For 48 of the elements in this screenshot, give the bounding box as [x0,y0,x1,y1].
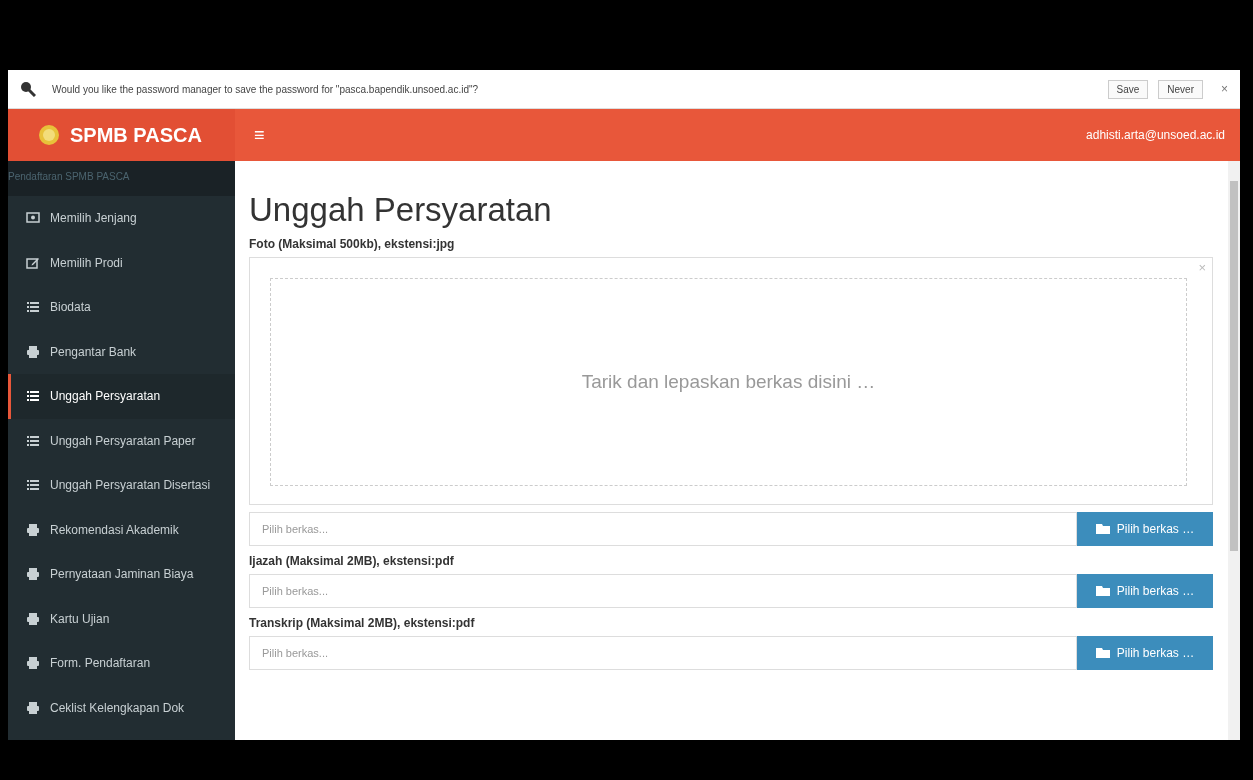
sidebar-item[interactable]: Memilih Jenjang [8,196,235,241]
sidebar-item[interactable]: Pernyataan Jaminan Biaya [8,552,235,597]
printer-icon [26,344,40,359]
printer-icon [26,700,40,715]
edit-icon [26,255,40,270]
sidebar-item[interactable]: Memilih Prodi [8,240,235,285]
sidebar-item[interactable]: Pengantar Bank [8,329,235,374]
browse-button[interactable]: Pilih berkas … [1077,512,1213,546]
sidebar-item[interactable]: Form. Pendaftaran [8,641,235,686]
printer-icon [26,611,40,626]
printer-icon [26,522,40,537]
sidebar-item[interactable]: Unggah Persyaratan Paper [8,418,235,463]
menu-toggle[interactable]: ≡ [250,124,269,146]
sidebar-item[interactable]: Unggah Persyaratan Disertasi [8,463,235,508]
file-path-field[interactable]: Pilih berkas... [249,636,1077,670]
field-label: Transkrip (Maksimal 2MB), ekstensi:pdf [249,616,476,630]
sidebar-item[interactable]: Biodata [8,285,235,330]
dropzone-text: Tarik dan lepaskan berkas disini … [581,371,876,393]
money-icon [26,211,40,226]
list-icon [26,300,40,315]
printer-icon [26,567,40,582]
folder-icon [1095,585,1112,597]
folder-icon [1095,647,1112,659]
close-button[interactable]: × [1219,82,1230,96]
list-icon [26,478,40,493]
page-title: Unggah Persyaratan [249,191,553,229]
sidebar-item[interactable]: Ceklist Kelengkapan Dok [8,685,235,730]
field-label: Ijazah (Maksimal 2MB), ekstensi:pdf [249,554,455,568]
sidebar-item[interactable]: Unggah Persyaratan [8,374,235,419]
file-path-field[interactable]: Pilih berkas... [249,574,1077,608]
file-path-field[interactable]: Pilih berkas... [249,512,1077,546]
browse-button[interactable]: Pilih berkas … [1077,574,1213,608]
browse-button[interactable]: Pilih berkas … [1077,636,1213,670]
field-label: Foto (Maksimal 500kb), ekstensi:jpg [249,237,456,251]
folder-icon [1095,523,1112,535]
sidebar-heading: Pendaftaran SPMB PASCA [8,161,235,196]
brand-title: SPMB PASCA [70,123,202,147]
scrollbar-thumb[interactable] [1230,181,1238,551]
sidebar-item[interactable]: Kartu Ujian [8,596,235,641]
sidebar-item[interactable]: Rekomendasi Akademik [8,507,235,552]
seal-logo-icon [38,124,60,146]
never-button[interactable]: Never [1158,79,1203,99]
password-prompt-text: Would you like the password manager to save the password for "pasca.bapendik.unsoed.ac.id"? [52,83,479,95]
list-icon [26,389,40,404]
user-email[interactable]: adhisti.arta@unsoed.ac.id [1086,128,1225,142]
list-icon [26,433,40,448]
printer-icon [26,656,40,671]
save-button[interactable]: Save [1107,79,1149,99]
